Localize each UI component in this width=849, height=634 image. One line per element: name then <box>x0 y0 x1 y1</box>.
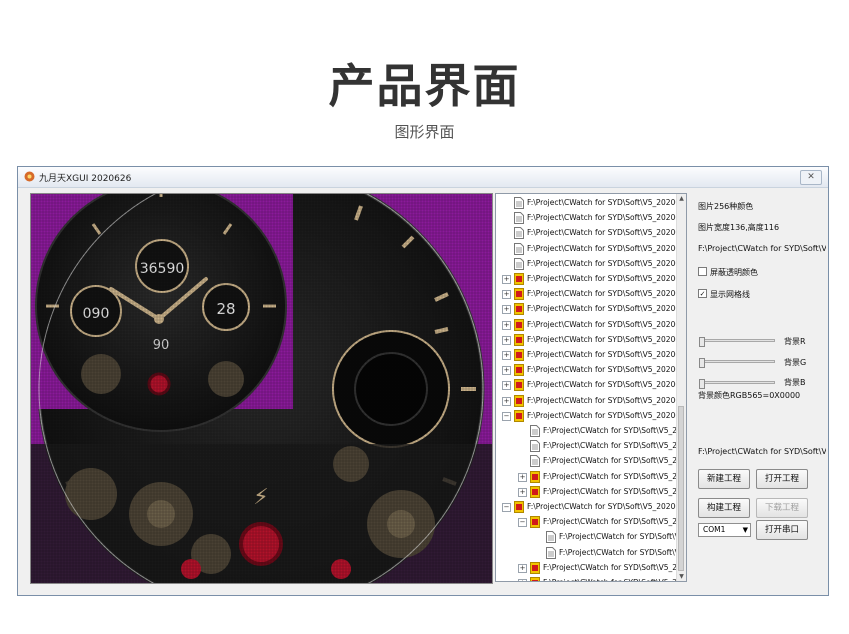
resource-icon <box>514 364 524 377</box>
tree-item-label: F:\Project\CWatch for SYD\Soft\V5_202006… <box>527 213 687 223</box>
tree-item-label: F:\Project\CWatch for SYD\Soft\V5_202006… <box>543 562 686 572</box>
tree-item-label: F:\Project\CWatch for SYD\Soft\V5_202006… <box>543 471 686 481</box>
file-icon <box>546 531 556 544</box>
resource-icon <box>530 485 540 498</box>
app-icon <box>24 171 35 182</box>
scroll-thumb[interactable] <box>678 406 684 571</box>
port-select[interactable]: COM1 ▼ <box>698 523 751 537</box>
preview-canvas[interactable]: ⚡ 36590 090 28 90 <box>30 193 493 584</box>
resource-icon <box>514 288 524 301</box>
tree-item-label: F:\Project\CWatch for SYD\Soft\V5_202006… <box>527 243 687 253</box>
file-icon <box>530 440 540 453</box>
scroll-down-icon[interactable]: ▼ <box>677 573 686 580</box>
file-icon <box>546 546 556 559</box>
scroll-up-icon[interactable]: ▲ <box>677 195 686 202</box>
tree-item-label: F:\Project\CWatch for SYD\Soft\V5_20 <box>559 532 687 542</box>
collapse-icon[interactable]: − <box>502 411 511 421</box>
expand-icon[interactable]: + <box>502 366 511 376</box>
tree-item-label: F:\Project\CWatch for SYD\Soft\V5_202006… <box>527 289 687 299</box>
window-title: 九月天XGUI 2020626 <box>39 174 132 184</box>
collapse-icon[interactable]: − <box>502 503 511 512</box>
resource-icon <box>530 470 540 483</box>
tree-scrollbar[interactable]: ▲ ▼ <box>676 194 686 581</box>
chevron-down-icon: ▼ <box>742 526 748 534</box>
tree-item-label: F:\Project\CWatch for SYD\Soft\V5_202006… <box>543 578 686 581</box>
resource-icon <box>514 501 524 513</box>
tree-item-label: F:\Project\CWatch for SYD\Soft\V5_20 <box>559 547 687 557</box>
tree-item-label: F:\Project\CWatch for SYD\Soft\V5_202006… <box>543 517 686 527</box>
resource-icon <box>514 409 524 422</box>
tree-item-label: F:\Project\CWatch for SYD\Soft\V5_202006… <box>527 502 687 511</box>
page-subtitle: 图形界面 <box>394 123 455 141</box>
resource-icon <box>514 333 524 346</box>
port-controls: COM1 ▼ 打开串口 <box>698 167 826 597</box>
expand-icon[interactable]: + <box>518 472 527 482</box>
resource-tree[interactable]: F:\Project\CWatch for SYD\Soft\V5_202006… <box>495 193 687 582</box>
expand-icon[interactable]: + <box>502 290 511 300</box>
expand-icon[interactable]: + <box>502 396 511 406</box>
tree-item-label: F:\Project\CWatch for SYD\Soft\V5_202006… <box>527 395 687 405</box>
tree-item-label: F:\Project\CWatch for SYD\Soft\V5_202006… <box>543 456 686 466</box>
resource-icon <box>530 561 540 574</box>
expand-icon[interactable]: + <box>502 381 511 391</box>
expand-icon[interactable]: + <box>518 487 527 497</box>
tree-item-label: F:\Project\CWatch for SYD\Soft\V5_202006… <box>527 258 687 268</box>
file-icon <box>514 242 524 255</box>
expand-icon[interactable]: + <box>502 305 511 315</box>
port-value: COM1 <box>703 525 726 534</box>
tree-item-label: F:\Project\CWatch for SYD\Soft\V5_202006… <box>527 410 687 420</box>
expand-icon[interactable]: + <box>518 563 527 573</box>
pixel-grid <box>31 194 492 583</box>
tree-item-label: F:\Project\CWatch for SYD\Soft\V5_202006… <box>527 228 687 238</box>
tree-item-label: F:\Project\CWatch for SYD\Soft\V5_2020 <box>543 441 687 451</box>
tree-item-label: F:\Project\CWatch for SYD\Soft\V5_202006… <box>527 380 687 390</box>
resource-icon <box>514 394 524 407</box>
resource-icon <box>514 318 524 331</box>
tree-item-label: F:\Project\CWatch for SYD\Soft\V5_202006… <box>527 304 687 314</box>
file-icon <box>514 227 524 240</box>
file-icon <box>514 212 524 225</box>
resource-icon <box>530 516 540 529</box>
tree-item-label: F:\Project\CWatch for SYD\Soft\V5_202006… <box>543 486 686 496</box>
resource-icon <box>530 577 540 581</box>
page-title: 产品界面 <box>328 59 521 113</box>
app-window: 九月天XGUI 2020626 ✕ F:\Project\CWatch for … <box>17 166 829 596</box>
tree-item-label: F:\Project\CWatch for SYD\Soft\V5_202006… <box>527 365 687 375</box>
tree-item-label: F:\Project\CWatch for SYD\Soft\V5_202006… <box>527 334 687 344</box>
expand-icon[interactable]: + <box>518 579 527 581</box>
resource-icon <box>514 379 524 392</box>
tree-item-label: F:\Project\CWatch for SYD\Soft\V5_202006… <box>527 198 687 207</box>
resource-icon <box>514 349 524 361</box>
expand-icon[interactable]: + <box>502 335 511 345</box>
expand-icon[interactable]: + <box>502 351 511 360</box>
watch-preview: ⚡ 36590 090 28 90 <box>31 194 492 583</box>
tree-item-label: F:\Project\CWatch for SYD\Soft\V5_202006… <box>527 350 687 359</box>
expand-icon[interactable]: + <box>502 320 511 330</box>
expand-icon[interactable]: + <box>502 275 511 284</box>
tree-item-label: F:\Project\CWatch for SYD\Soft\V5_202006… <box>543 426 686 435</box>
tree-item-label: F:\Project\CWatch for SYD\Soft\V5_202006… <box>527 274 687 283</box>
file-icon <box>514 257 524 270</box>
resource-icon <box>514 273 524 285</box>
resource-icon <box>514 303 524 316</box>
tree-item-label: F:\Project\CWatch for SYD\Soft\V5_202006… <box>527 319 687 329</box>
file-icon <box>530 425 540 437</box>
file-icon <box>514 197 524 209</box>
file-icon <box>530 455 540 468</box>
open-port-button[interactable]: 打开串口 <box>756 520 808 540</box>
collapse-icon[interactable]: − <box>518 518 527 528</box>
